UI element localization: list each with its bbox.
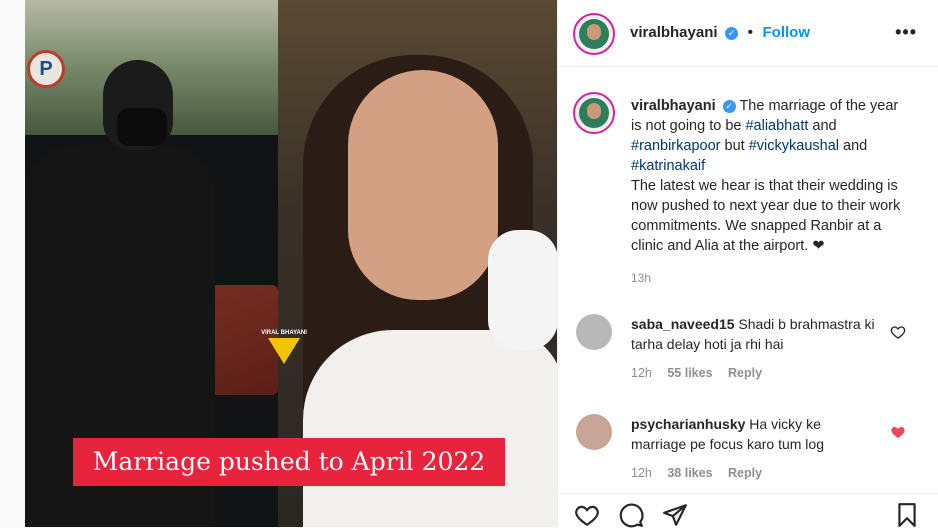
heart-icon[interactable] bbox=[890, 324, 906, 340]
caption-text: but bbox=[724, 138, 745, 154]
hashtag-link[interactable]: #katrinakaif bbox=[631, 158, 705, 174]
header-username[interactable]: viralbhayani bbox=[630, 24, 718, 41]
action-bar bbox=[558, 493, 938, 528]
media-banner: Marriage pushed to April 2022 bbox=[73, 438, 505, 486]
face-mask-white bbox=[488, 230, 557, 350]
comment-username[interactable]: psycharianhusky bbox=[631, 416, 745, 432]
person-top bbox=[303, 330, 557, 527]
hashtag-link[interactable]: #vickykaushal bbox=[749, 138, 839, 154]
comment-time[interactable]: 12h bbox=[631, 466, 652, 480]
verified-icon: ✓ bbox=[725, 27, 738, 40]
comment-time[interactable]: 12h bbox=[631, 366, 652, 380]
reply-button[interactable]: Reply bbox=[728, 466, 762, 480]
caption-text: and bbox=[812, 118, 837, 134]
caption-text: and bbox=[843, 138, 868, 154]
more-options-icon[interactable]: ••• bbox=[895, 22, 917, 43]
instagram-post: P VIRAL BHAYANI Marriage pushed to April… bbox=[25, 0, 938, 528]
bookmark-icon[interactable] bbox=[894, 502, 920, 528]
heart-liked-icon[interactable] bbox=[890, 424, 906, 440]
post-caption: viralbhayani ✓ The marriage of the year … bbox=[631, 96, 901, 288]
hashtag-link[interactable]: #aliabhatt bbox=[745, 118, 808, 134]
hashtag-link[interactable]: #ranbirkapoor bbox=[631, 138, 720, 154]
comment-likes[interactable]: 55 likes bbox=[667, 366, 712, 380]
post-media[interactable]: P VIRAL BHAYANI Marriage pushed to April… bbox=[25, 0, 557, 527]
person-face bbox=[348, 70, 498, 300]
watermark-text: VIRAL BHAYANI bbox=[261, 330, 307, 336]
comment-likes[interactable]: 38 likes bbox=[667, 466, 712, 480]
face-mask bbox=[117, 108, 167, 146]
caption-username[interactable]: viralbhayani bbox=[631, 98, 716, 114]
reply-button[interactable]: Reply bbox=[728, 366, 762, 380]
comment-icon[interactable] bbox=[618, 502, 644, 528]
comment-body: psycharianhusky Ha vicky ke marriage pe … bbox=[631, 414, 876, 483]
share-icon[interactable] bbox=[662, 502, 688, 528]
comment-avatar[interactable] bbox=[576, 314, 612, 350]
caption-body: The latest we hear is that their wedding… bbox=[631, 178, 901, 254]
verified-icon: ✓ bbox=[722, 100, 736, 113]
comment-meta: 12h 55 likes Reply bbox=[631, 363, 876, 383]
avatar[interactable] bbox=[573, 13, 615, 55]
separator-dot: • bbox=[747, 24, 754, 41]
watermark-v-icon bbox=[268, 338, 300, 364]
post-header: viralbhayani ✓ • Follow ••• bbox=[558, 0, 938, 67]
comment-avatar[interactable] bbox=[576, 414, 612, 450]
post-sidebar: viralbhayani ✓ • Follow ••• viralbhayani… bbox=[557, 0, 938, 528]
watermark-logo: VIRAL BHAYANI bbox=[259, 330, 309, 364]
heart-icon[interactable] bbox=[574, 502, 600, 528]
follow-button[interactable]: Follow bbox=[763, 24, 811, 41]
caption-timestamp[interactable]: 13h bbox=[631, 268, 901, 288]
comment-body: saba_naveed15 Shadi b brahmastra ki tarh… bbox=[631, 314, 876, 383]
caption-avatar[interactable] bbox=[573, 92, 615, 134]
header-user: viralbhayani ✓ • Follow bbox=[630, 24, 810, 42]
comment-meta: 12h 38 likes Reply bbox=[631, 463, 876, 483]
comment-username[interactable]: saba_naveed15 bbox=[631, 316, 735, 332]
